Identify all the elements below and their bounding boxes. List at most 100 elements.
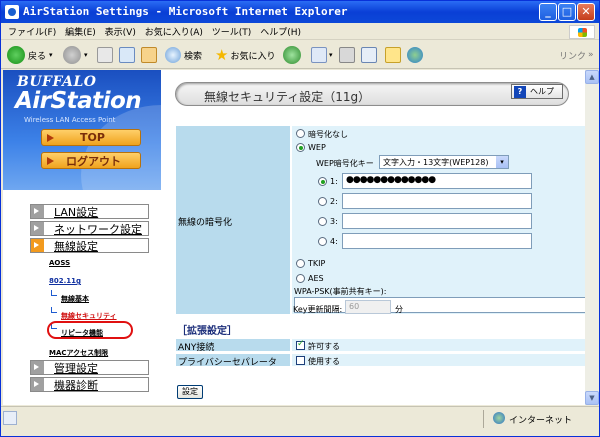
help-icon: ? — [514, 85, 526, 98]
nav-wireless-security[interactable]: 無線セキュリティ — [61, 311, 117, 321]
highlight-circle — [47, 321, 133, 339]
discuss-icon — [385, 47, 401, 63]
privacy-label: プライバシーセパレータ — [178, 358, 277, 368]
radio-none[interactable] — [296, 129, 305, 138]
title-bar[interactable]: AirStation Settings - Microsoft Internet… — [1, 1, 599, 23]
links-label: リンク — [559, 51, 587, 62]
main-panel: 無線セキュリティ設定（11g） ? ヘルプ 無線の暗号化 暗号化なし WEP W… — [163, 70, 585, 405]
radio-key-4[interactable] — [318, 237, 327, 246]
globe-icon — [493, 412, 505, 424]
any-checkbox[interactable] — [296, 339, 305, 350]
menu-file[interactable]: ファイル(F) — [5, 23, 59, 38]
sub-arrow-icon — [51, 290, 57, 296]
history-button[interactable] — [283, 45, 301, 65]
arrow-right-icon — [46, 156, 56, 166]
history-icon — [283, 46, 301, 64]
brand-subtitle: Wireless LAN Access Point — [24, 116, 116, 124]
key-interval-label: Key更新間隔: — [293, 305, 343, 314]
nav-network-label: ネットワーク設定 — [54, 222, 142, 236]
help-button[interactable]: ? ヘルプ — [511, 84, 563, 99]
status-divider — [483, 410, 484, 428]
nav-aoss[interactable]: AOSS — [49, 259, 70, 267]
stop-icon — [97, 47, 113, 63]
menu-bar: ファイル(F) 編集(E) 表示(V) お気に入り(A) ツール(T) ヘルプ(… — [1, 23, 599, 40]
menu-help[interactable]: ヘルプ(H) — [257, 23, 304, 38]
back-label: 戻る — [28, 51, 47, 62]
star-icon: ★ — [215, 46, 229, 64]
maximize-button[interactable]: □ — [558, 3, 576, 21]
arrow-right-icon — [31, 378, 44, 391]
refresh-button[interactable] — [119, 45, 135, 65]
scroll-down-icon[interactable]: ▼ — [585, 391, 599, 405]
menu-view[interactable]: 表示(V) — [102, 23, 139, 38]
nav-admin-label: 管理設定 — [54, 361, 98, 375]
radio-tkip[interactable] — [296, 259, 305, 268]
wep-key-type-label: WEP暗号化キー — [316, 159, 374, 168]
stop-button[interactable] — [97, 45, 113, 65]
key-4-input[interactable] — [342, 233, 532, 249]
radio-wep[interactable] — [296, 143, 305, 152]
nav-band-80211g[interactable]: 802.11g — [49, 277, 81, 285]
key-1-value: ●●●●●●●●●●●●● — [346, 175, 436, 185]
ie-window: AirStation Settings - Microsoft Internet… — [0, 0, 600, 437]
ie-icon — [5, 5, 19, 19]
nav-wireless-basic[interactable]: 無線基本 — [61, 294, 89, 304]
privacy-checkbox[interactable] — [296, 356, 305, 365]
search-button[interactable]: 検索 — [165, 45, 202, 65]
nav-admin[interactable]: 管理設定 — [30, 360, 149, 375]
key-1-input[interactable]: ●●●●●●●●●●●●● — [342, 173, 532, 189]
radio-aes[interactable] — [296, 274, 305, 283]
print-button[interactable] — [339, 45, 355, 65]
nav-wireless[interactable]: 無線設定 — [30, 238, 149, 253]
scroll-up-icon[interactable]: ▲ — [585, 70, 599, 84]
key-2-label: 2: — [330, 197, 338, 206]
menu-favorites[interactable]: お気に入り(A) — [142, 23, 206, 38]
arrow-right-icon — [46, 133, 56, 143]
radio-key-1[interactable] — [318, 177, 327, 186]
key-interval-input[interactable]: 60 — [345, 300, 391, 314]
nav-network[interactable]: ネットワーク設定 — [30, 221, 149, 236]
edit-button[interactable] — [361, 45, 377, 65]
encryption-label-cell: 無線の暗号化 — [175, 125, 291, 315]
wep-key-type-select[interactable]: 文字入力・13文字(WEP128) ▾ — [379, 155, 509, 169]
top-button[interactable]: TOP — [41, 129, 141, 146]
menu-tools[interactable]: ツール(T) — [209, 23, 255, 38]
key-4-label: 4: — [330, 237, 338, 246]
vertical-scrollbar[interactable]: ▲ ▼ — [585, 70, 599, 405]
any-label: ANY接続 — [178, 343, 215, 353]
mail-button[interactable]: ▾ — [311, 45, 333, 65]
top-label: TOP — [80, 131, 105, 144]
wpa-psk-label: WPA-PSK(事前共有キー): — [294, 287, 387, 296]
radio-key-2[interactable] — [318, 197, 327, 206]
discuss-button[interactable] — [385, 45, 401, 65]
nav-lan[interactable]: LAN設定 — [30, 204, 149, 219]
logout-button[interactable]: ログアウト — [41, 152, 141, 169]
any-checkbox-label: 許可する — [308, 342, 340, 351]
nav-mac-access[interactable]: MACアクセス制限 — [49, 348, 108, 358]
security-zone: インターネット — [509, 416, 573, 426]
back-button[interactable]: 戻る ▾ — [7, 45, 53, 65]
close-button[interactable]: ✕ — [577, 3, 595, 21]
airstation-logo: AirStation — [15, 88, 142, 114]
any-label-cell: ANY接続 — [175, 338, 291, 353]
messenger-button[interactable] — [407, 45, 423, 65]
radio-key-3[interactable] — [318, 217, 327, 226]
submit-button[interactable]: 設定 — [177, 385, 203, 399]
links-button[interactable]: リンク» — [559, 45, 594, 65]
key-3-input[interactable] — [342, 213, 532, 229]
wep-key-type-value: 文字入力・13文字(WEP128) — [383, 158, 489, 167]
radio-wep-label: WEP — [308, 143, 326, 152]
favorites-button[interactable]: ★ お気に入り — [215, 45, 275, 65]
key-2-input[interactable] — [342, 193, 532, 209]
minimize-button[interactable]: _ — [539, 3, 557, 21]
nav-diagnostics[interactable]: 機器診断 — [30, 377, 149, 392]
home-button[interactable] — [141, 45, 157, 65]
menu-edit[interactable]: 編集(E) — [62, 23, 99, 38]
forward-button[interactable]: ▾ — [63, 45, 88, 65]
page-icon — [3, 411, 17, 425]
nav-wireless-label: 無線設定 — [54, 239, 98, 253]
favorites-label: お気に入り — [230, 51, 276, 62]
nav-diag-label: 機器診断 — [54, 378, 98, 392]
radio-none-label: 暗号化なし — [308, 130, 348, 139]
print-icon — [339, 47, 355, 63]
